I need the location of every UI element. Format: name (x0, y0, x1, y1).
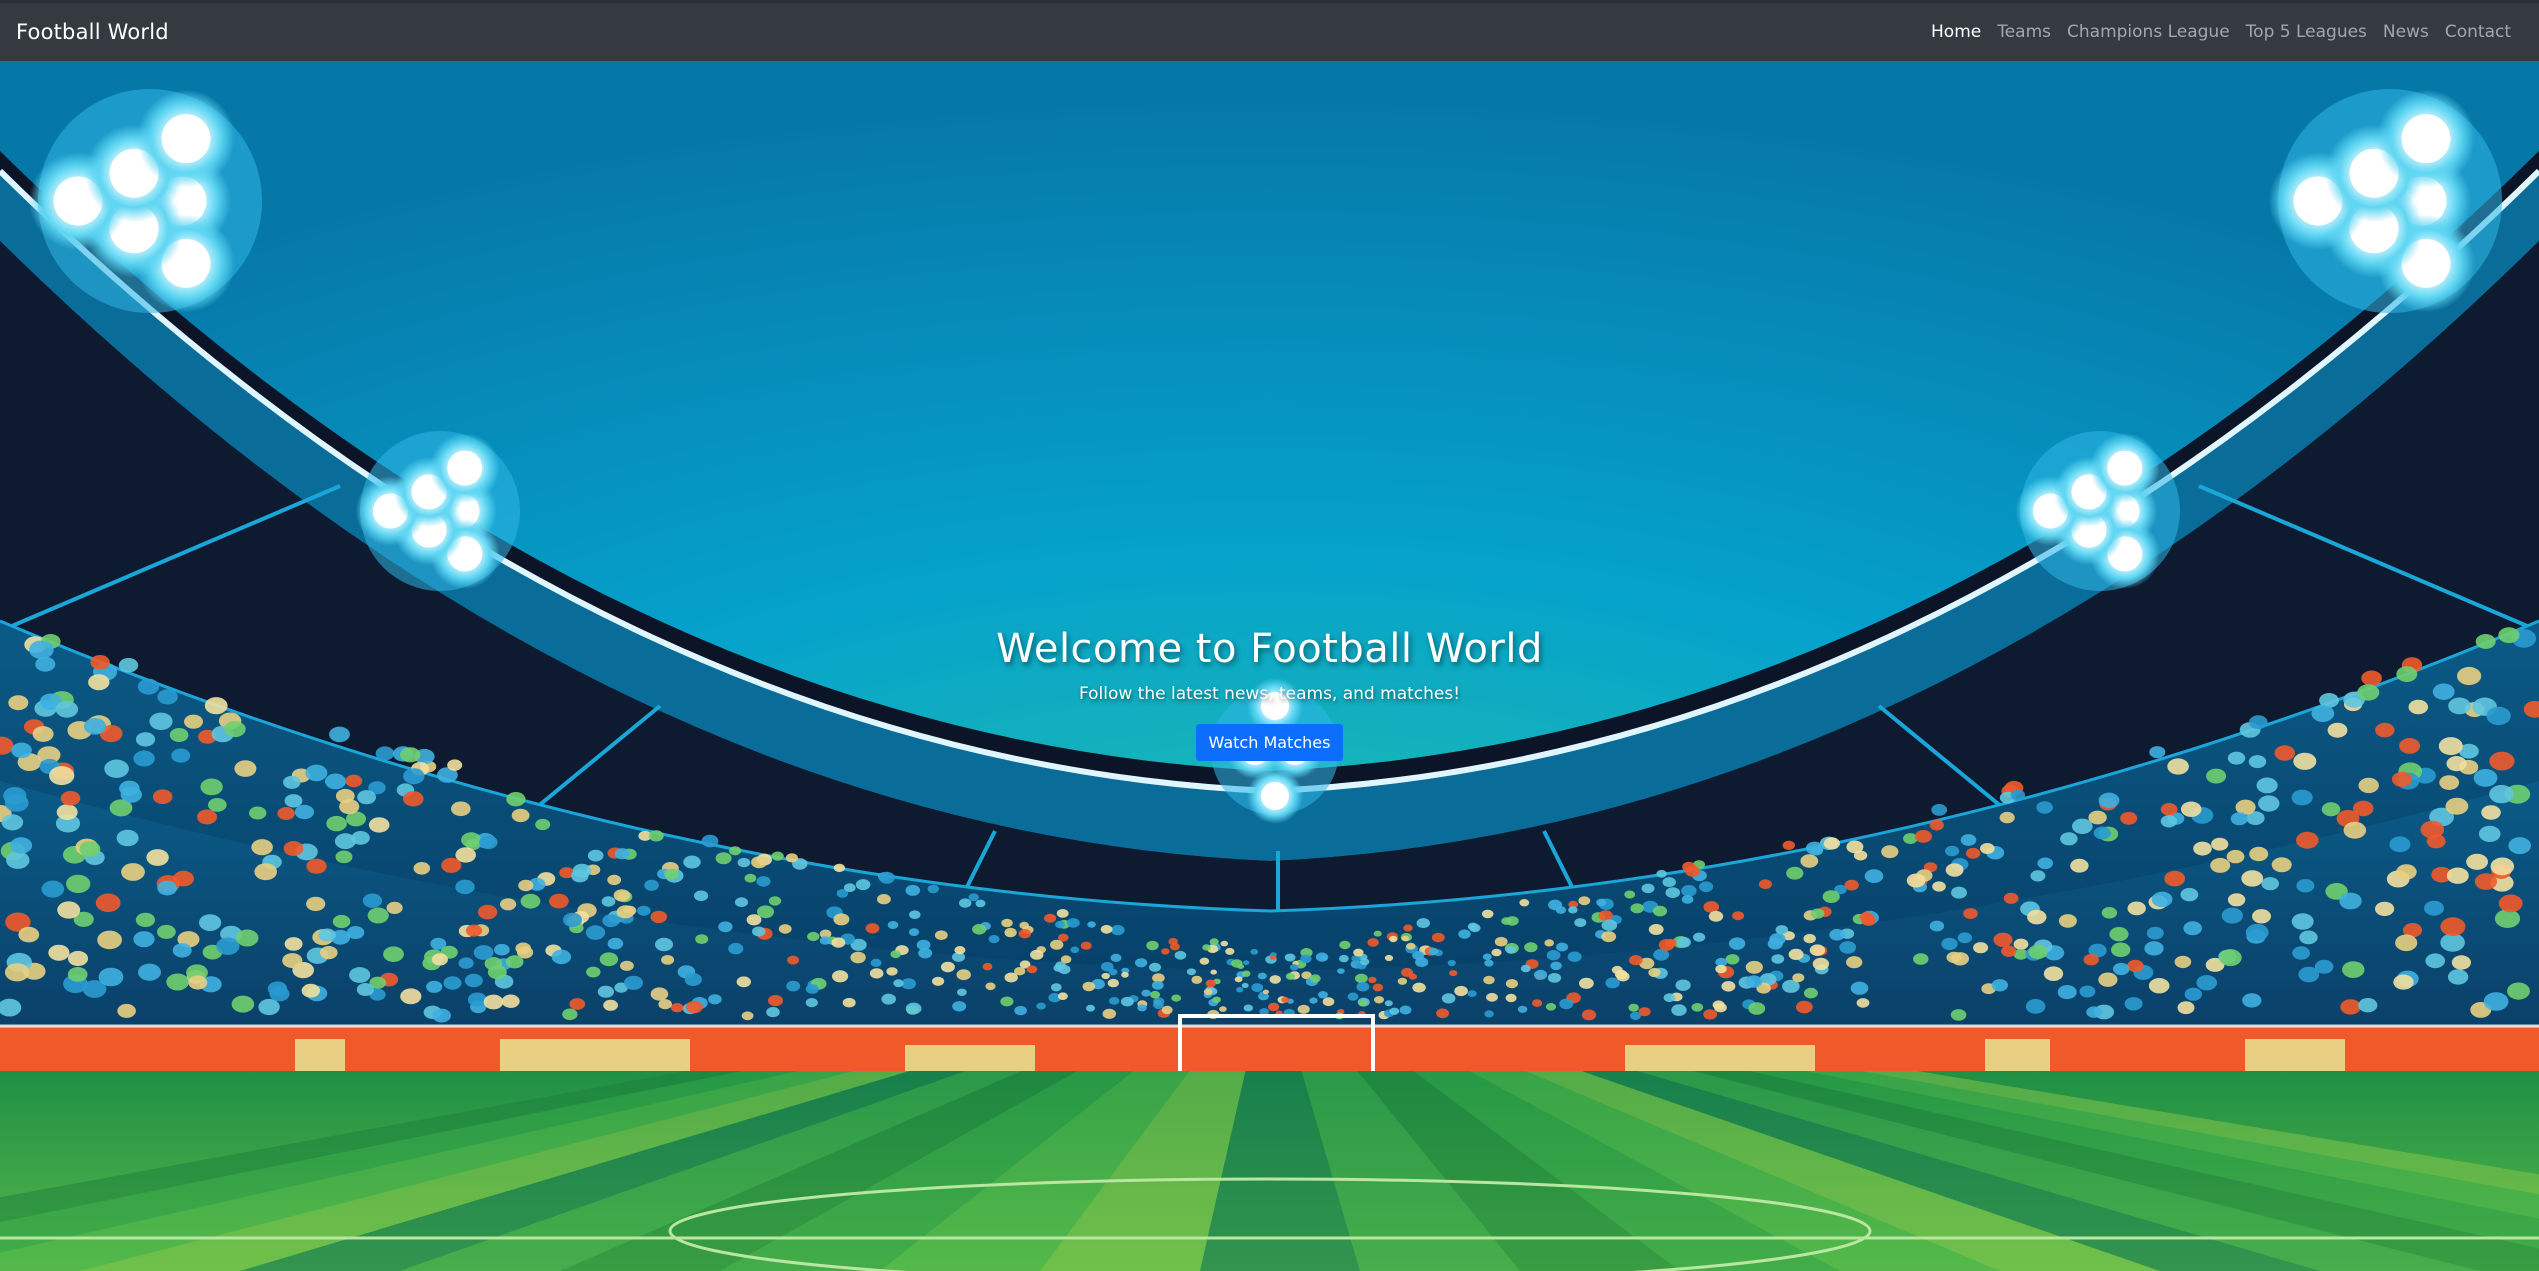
nav-link-contact[interactable]: Contact (2437, 22, 2519, 42)
hero-subtitle: Follow the latest news, teams, and match… (1078, 684, 1461, 704)
watch-matches-button[interactable]: Watch Matches (1195, 724, 1344, 761)
nav-link-home[interactable]: Home (1923, 22, 1989, 42)
hero-content: Welcome to Football World Follow the lat… (0, 626, 2539, 761)
nav-link-champions-league[interactable]: Champions League (2059, 22, 2238, 42)
hero-section: Welcome to Football World Follow the lat… (0, 61, 2539, 1271)
hero-title: Welcome to Football World (996, 626, 1543, 672)
nav-links: Home Teams Champions League Top 5 League… (1923, 22, 2519, 42)
nav-link-top-5-leagues[interactable]: Top 5 Leagues (2238, 22, 2375, 42)
nav-link-news[interactable]: News (2375, 22, 2437, 42)
brand-logo-link[interactable]: Football World (16, 20, 169, 44)
top-navbar: Football World Home Teams Champions Leag… (0, 0, 2539, 61)
page: Football World Home Teams Champions Leag… (0, 0, 2539, 1271)
nav-link-teams[interactable]: Teams (1989, 22, 2059, 42)
